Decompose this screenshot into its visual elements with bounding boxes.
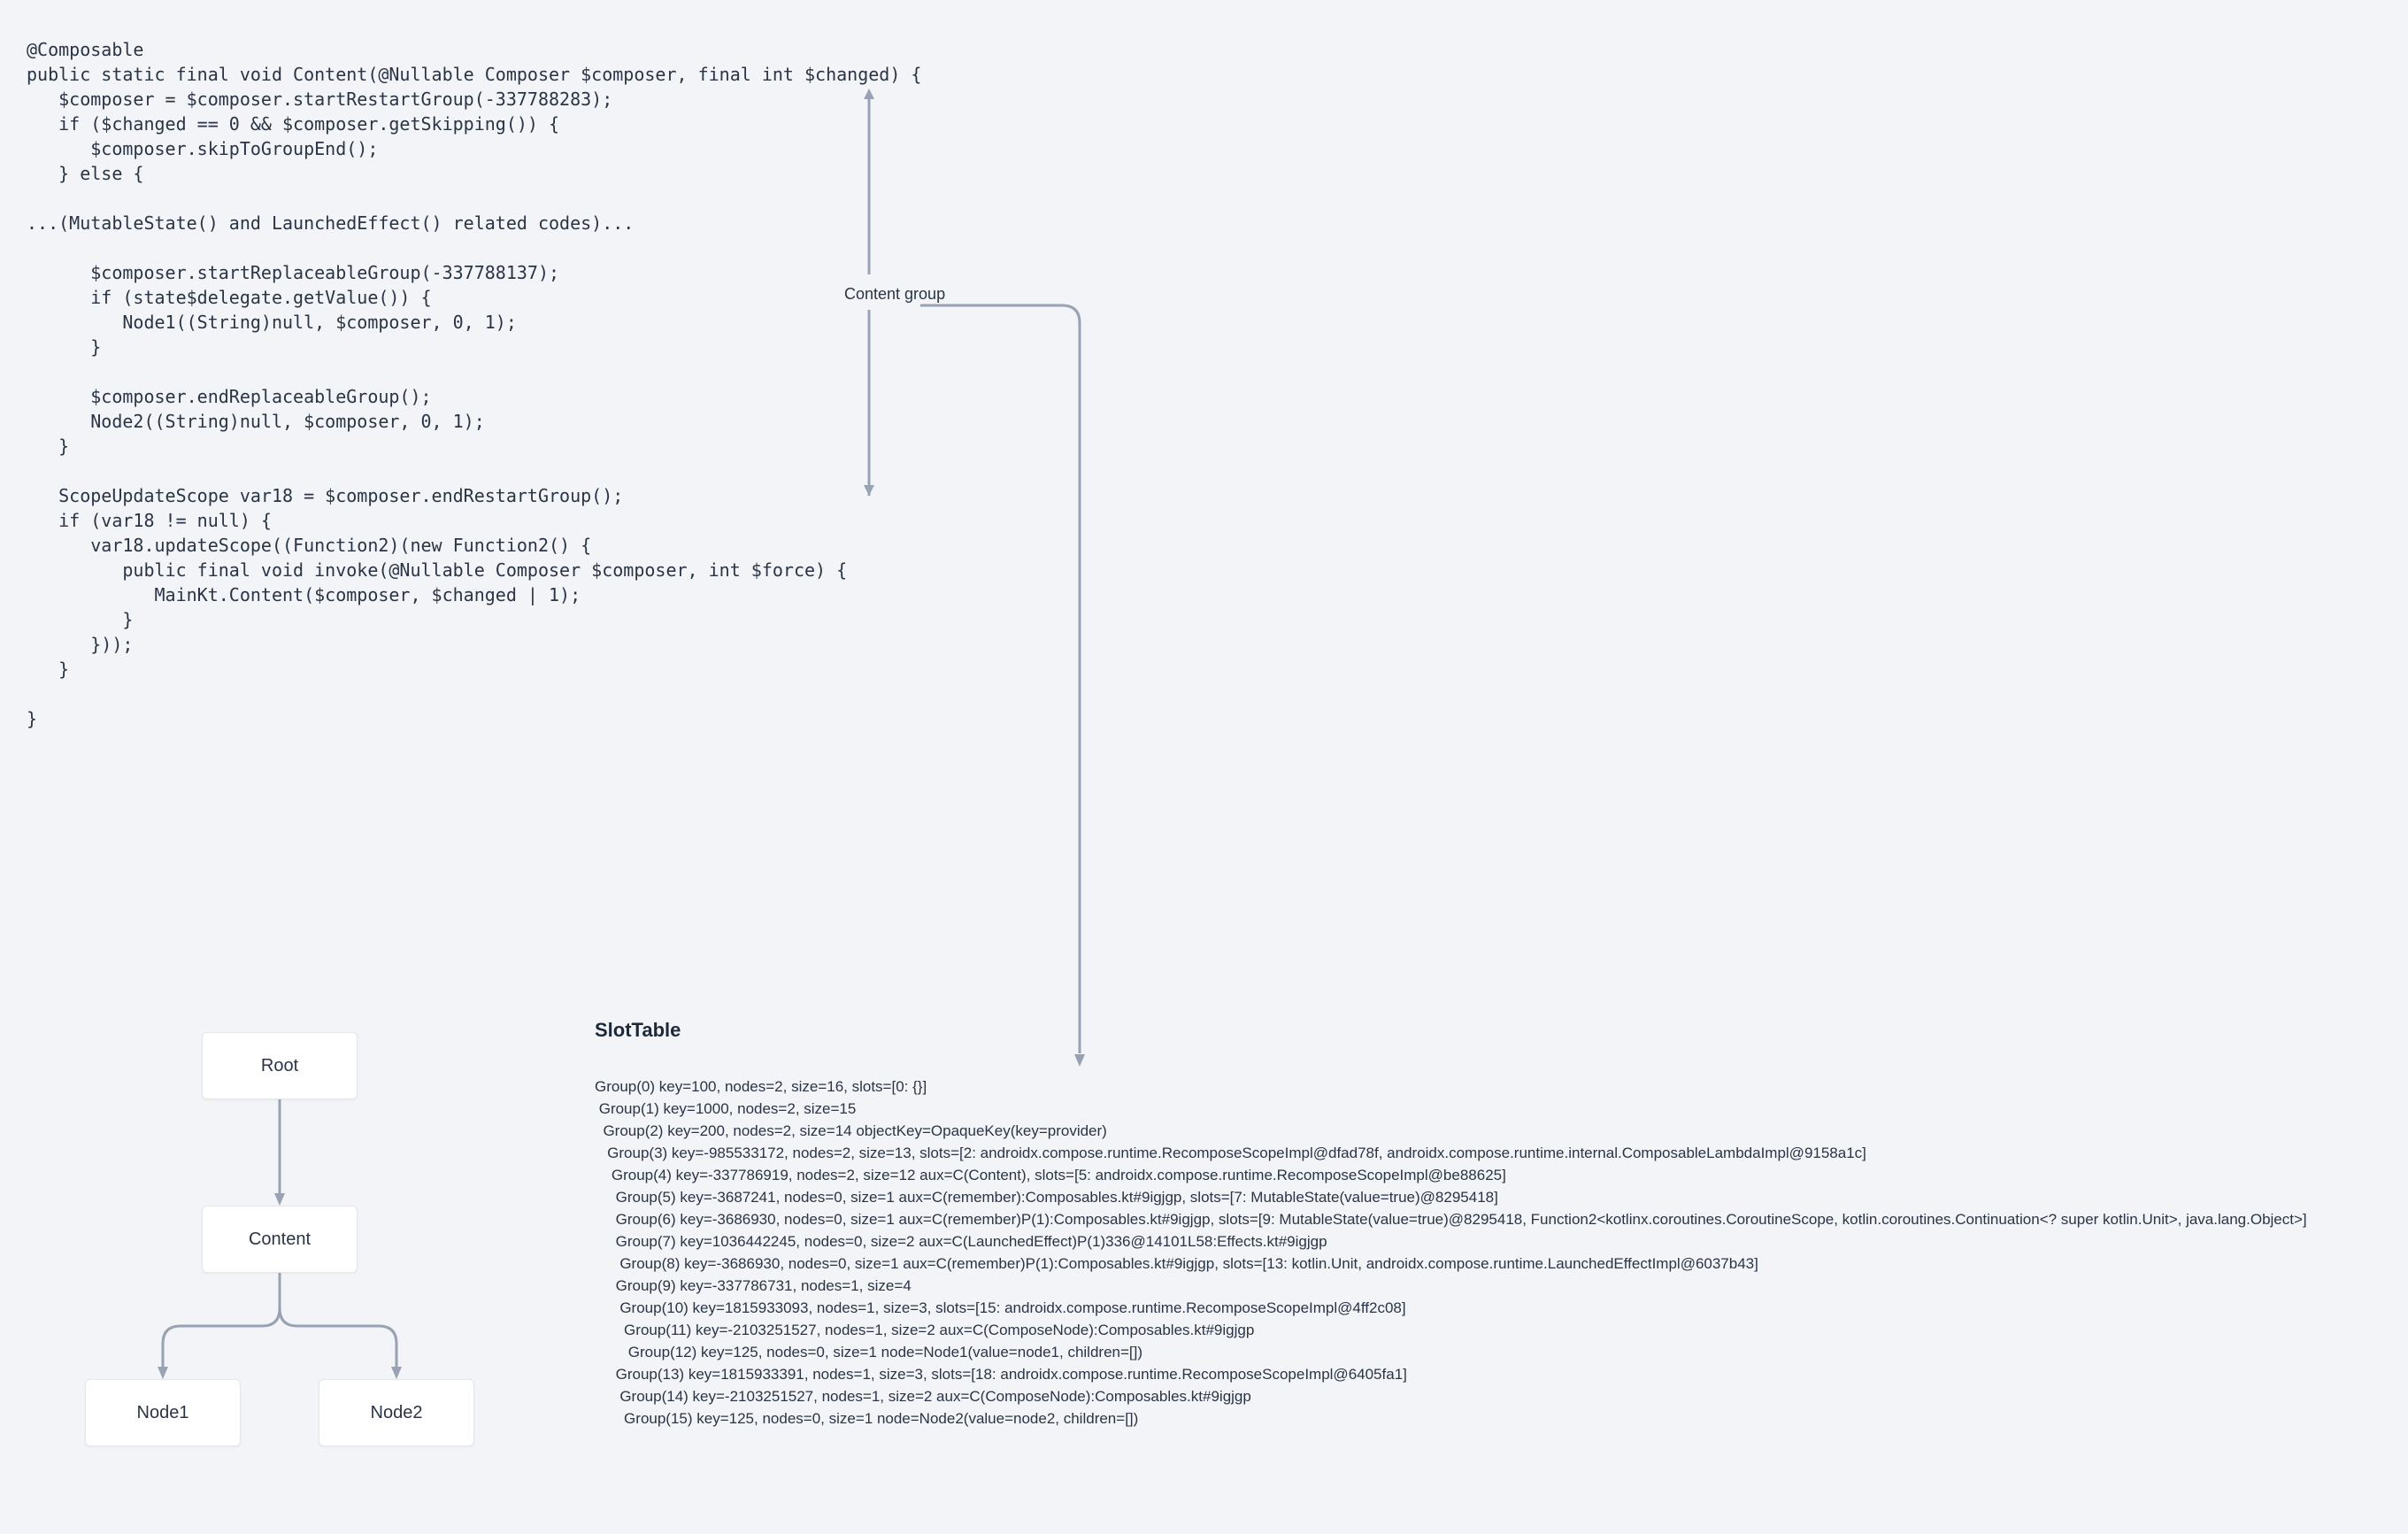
- slottable-title: SlotTable: [595, 1019, 681, 1042]
- tree-box-node1: Node1: [85, 1379, 241, 1446]
- content-group-arrow-up: [860, 89, 878, 496]
- tree-label-content: Content: [249, 1230, 311, 1250]
- code-block: @Composable public static final void Con…: [27, 37, 921, 731]
- slottable-content: Group(0) key=100, nodes=2, size=16, slot…: [595, 1075, 2307, 1430]
- tree-edge-root-content: [271, 1099, 288, 1207]
- tree-box-node2: Node2: [319, 1379, 474, 1446]
- tree-edge-content-children: [154, 1273, 405, 1381]
- content-group-to-slottable-arrow: [920, 305, 1115, 1075]
- tree-label-node1: Node1: [137, 1403, 189, 1423]
- tree-box-root: Root: [202, 1032, 358, 1099]
- tree-label-node2: Node2: [371, 1403, 423, 1423]
- tree-label-root: Root: [261, 1056, 298, 1076]
- tree-box-content: Content: [202, 1206, 358, 1273]
